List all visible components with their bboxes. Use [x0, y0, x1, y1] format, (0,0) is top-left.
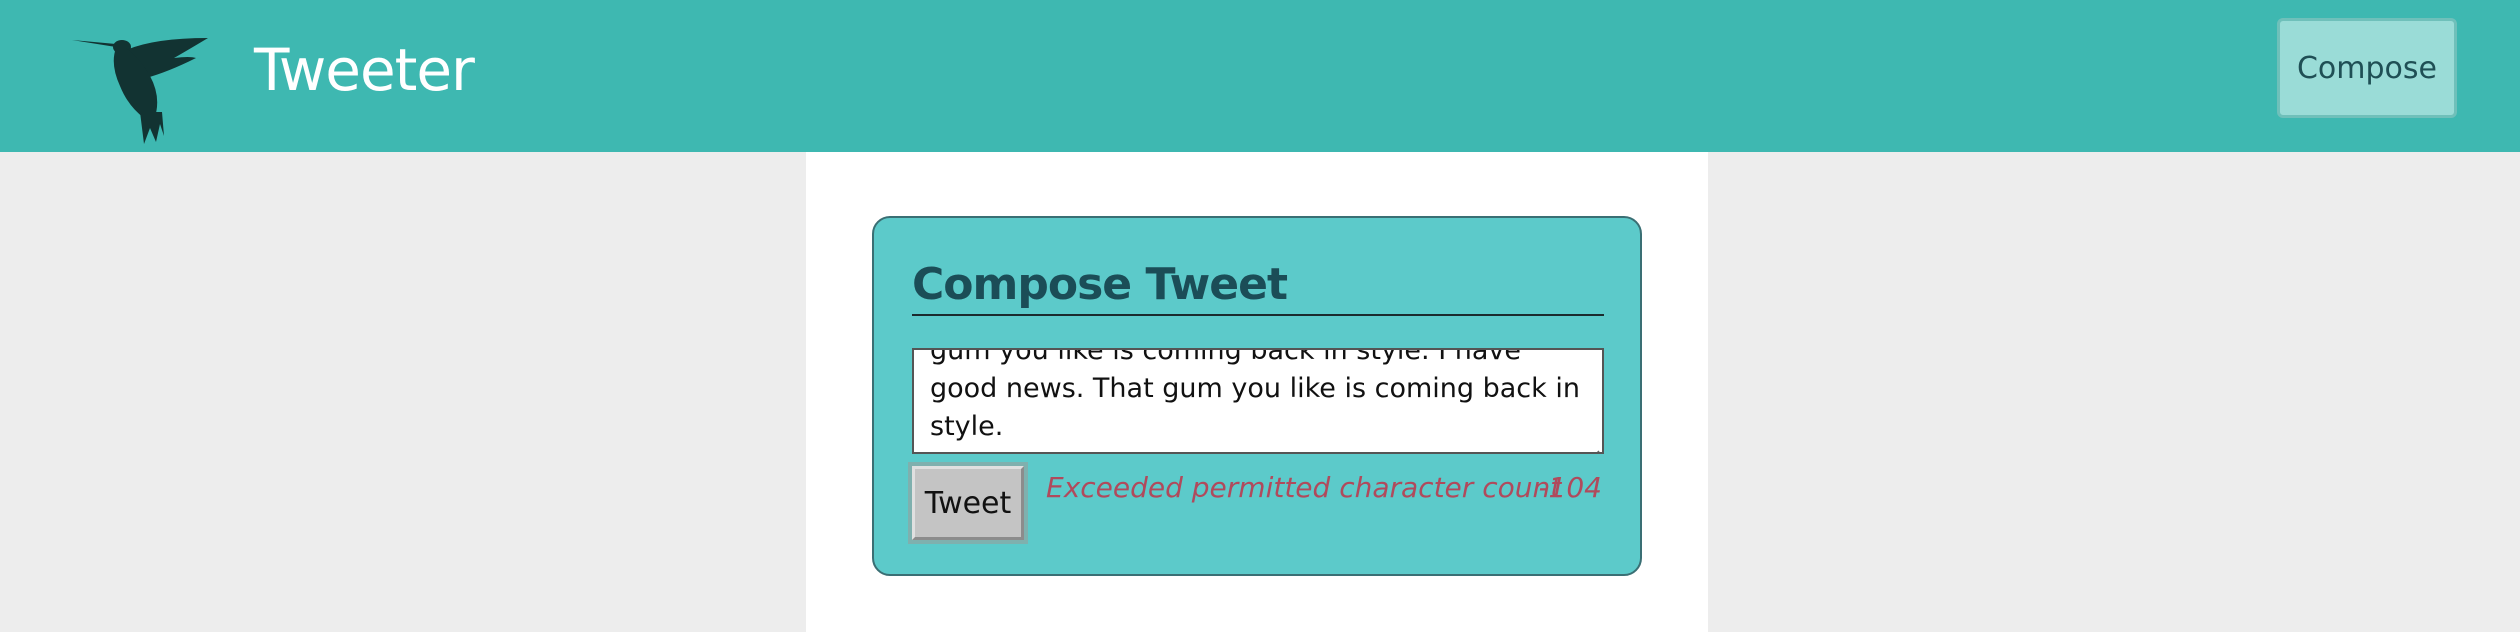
top-navbar: Tweeter Compose	[0, 0, 2520, 152]
error-message: Exceeded permitted character count	[1046, 471, 1562, 504]
title-divider	[912, 314, 1604, 316]
compose-button[interactable]: Compose	[2277, 18, 2457, 118]
main-content: Compose Tweet coming back in style. I ha…	[806, 152, 1708, 632]
character-counter: -104	[1538, 471, 1602, 504]
hummingbird-icon	[70, 28, 220, 144]
resize-handle-icon[interactable]	[1586, 436, 1600, 452]
tweet-textarea-content: coming back in style. I have good news. …	[930, 348, 1580, 442]
compose-tweet-panel: Compose Tweet coming back in style. I ha…	[872, 216, 1642, 576]
compose-tweet-title: Compose Tweet	[912, 259, 1288, 310]
tweet-textarea[interactable]: coming back in style. I have good news. …	[912, 348, 1604, 454]
app-brand-title: Tweeter	[254, 36, 475, 104]
tweet-submit-button[interactable]: Tweet	[908, 462, 1028, 544]
